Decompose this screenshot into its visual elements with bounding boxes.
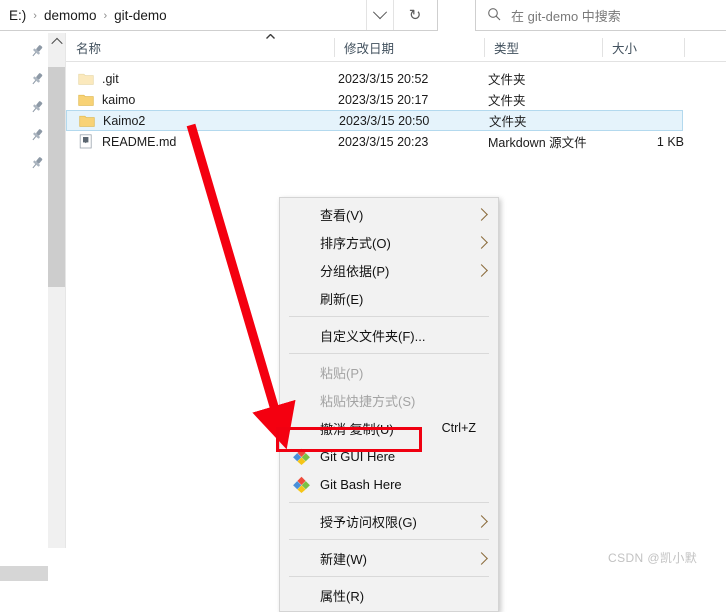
- file-date-cell: 2023/3/15 20:52: [338, 71, 429, 86]
- markdown-file-icon: [78, 134, 94, 149]
- chevron-right-icon: [475, 207, 488, 221]
- menu-separator: [289, 353, 489, 354]
- address-bar[interactable]: E:) › demomo › git-demo ↻: [0, 0, 438, 31]
- chevron-right-icon: [475, 551, 488, 565]
- context-menu[interactable]: 查看(V) 排序方式(O) 分组依据(P) 刷新(E) 自定义文件夹(F)...…: [279, 197, 499, 612]
- pin-icon[interactable]: [29, 127, 45, 143]
- menu-item-view[interactable]: 查看(V): [280, 200, 498, 228]
- file-type-cell: 文件夹: [488, 94, 526, 108]
- menu-separator: [289, 502, 489, 503]
- chevron-right-icon: [475, 235, 488, 249]
- table-row[interactable]: kaimo 2023/3/15 20:17 文件夹: [66, 89, 726, 110]
- address-dropdown-button[interactable]: [366, 0, 393, 30]
- column-headers: 名称 修改日期 类型 大小: [66, 33, 726, 62]
- vertical-scrollbar[interactable]: [48, 33, 66, 548]
- menu-item-properties[interactable]: 属性(R): [280, 581, 498, 609]
- pin-icon[interactable]: [29, 43, 45, 59]
- column-header-size[interactable]: 大小: [602, 33, 684, 61]
- search-icon: [487, 7, 501, 24]
- breadcrumb-separator-icon: ›: [33, 9, 37, 22]
- menu-item-undo-copy[interactable]: 撤消 复制(U) Ctrl+Z: [280, 414, 498, 442]
- toolbar: E:) › demomo › git-demo ↻ 在 git-demo 中搜索: [0, 0, 726, 33]
- menu-item-paste: 粘贴(P): [320, 365, 364, 381]
- chevron-right-icon: [475, 263, 488, 277]
- menu-separator: [289, 576, 489, 577]
- table-row[interactable]: Kaimo2 2023/3/15 20:50 文件夹: [66, 110, 683, 131]
- column-header-name[interactable]: 名称: [66, 33, 334, 61]
- search-box[interactable]: 在 git-demo 中搜索: [475, 0, 726, 31]
- file-date-cell: 2023/3/15 20:17: [338, 92, 429, 107]
- menu-accelerator: Ctrl+Z: [441, 421, 476, 435]
- breadcrumb: E:) › demomo › git-demo: [6, 0, 170, 31]
- file-type-cell: 文件夹: [489, 115, 527, 129]
- file-size-cell: 1 KB: [656, 134, 684, 149]
- breadcrumb-item-demomo[interactable]: demomo: [41, 7, 100, 24]
- table-row[interactable]: .git 2023/3/15 20:52 文件夹: [66, 68, 726, 89]
- table-row[interactable]: README.md 2023/3/15 20:23 Markdown 源文件 1…: [66, 131, 726, 152]
- chevron-up-icon: [50, 37, 63, 49]
- menu-item-new[interactable]: 新建(W): [280, 544, 498, 572]
- breadcrumb-separator-icon: ›: [103, 9, 108, 22]
- scrollbar-thumb[interactable]: [48, 67, 65, 287]
- pin-icon[interactable]: [29, 99, 45, 115]
- menu-item-git-gui-here[interactable]: Git GUI Here: [280, 442, 498, 470]
- column-header-date[interactable]: 修改日期: [334, 33, 484, 61]
- column-header-type[interactable]: 类型: [484, 33, 602, 61]
- menu-item-grant-access[interactable]: 授予访问权限(G): [280, 507, 498, 535]
- breadcrumb-item-git-demo[interactable]: git-demo: [111, 7, 170, 24]
- file-rows: .git 2023/3/15 20:52 文件夹 kaimo 2023/3/15…: [66, 62, 726, 152]
- refresh-button[interactable]: ↻: [393, 0, 436, 30]
- pin-icon[interactable]: [29, 155, 45, 171]
- menu-item-paste-shortcut: 粘贴快捷方式(S): [320, 393, 416, 409]
- file-date-cell: 2023/3/15 20:50: [339, 113, 430, 128]
- menu-item-git-bash-here[interactable]: Git Bash Here: [280, 470, 498, 498]
- refresh-icon: ↻: [408, 6, 422, 24]
- chevron-right-icon: [475, 514, 488, 528]
- menu-separator: [289, 539, 489, 540]
- file-date-cell: 2023/3/15 20:23: [338, 134, 429, 149]
- folder-icon: [78, 92, 94, 107]
- folder-hidden-icon: [78, 71, 94, 86]
- file-name-cell: README.md: [66, 134, 176, 149]
- breadcrumb-item-drive[interactable]: E:): [6, 7, 29, 24]
- menu-item-refresh[interactable]: 刷新(E): [280, 284, 498, 312]
- menu-item-customize-folder[interactable]: 自定义文件夹(F)...: [280, 321, 498, 349]
- search-input[interactable]: 在 git-demo 中搜索: [511, 6, 621, 25]
- file-type-cell: Markdown 源文件: [488, 136, 587, 150]
- pin-icon[interactable]: [29, 71, 45, 87]
- column-divider[interactable]: [684, 38, 685, 57]
- navigation-pane: [0, 33, 48, 581]
- sort-ascending-caret: [266, 34, 275, 39]
- chevron-down-icon: [372, 5, 388, 20]
- menu-separator: [289, 316, 489, 317]
- menu-item-group-by[interactable]: 分组依据(P): [280, 256, 498, 284]
- git-icon: [293, 476, 310, 493]
- git-icon: [293, 448, 310, 465]
- menu-item-sort-by[interactable]: 排序方式(O): [280, 228, 498, 256]
- file-type-cell: 文件夹: [488, 73, 526, 87]
- scroll-up-button[interactable]: [48, 33, 65, 50]
- file-name-cell: .git: [66, 71, 119, 86]
- file-name-cell: Kaimo2: [67, 113, 145, 128]
- file-name-cell: kaimo: [66, 92, 135, 107]
- explorer-window: E:) › demomo › git-demo ↻ 在 git-demo 中搜索: [0, 0, 726, 612]
- folder-icon: [79, 113, 95, 128]
